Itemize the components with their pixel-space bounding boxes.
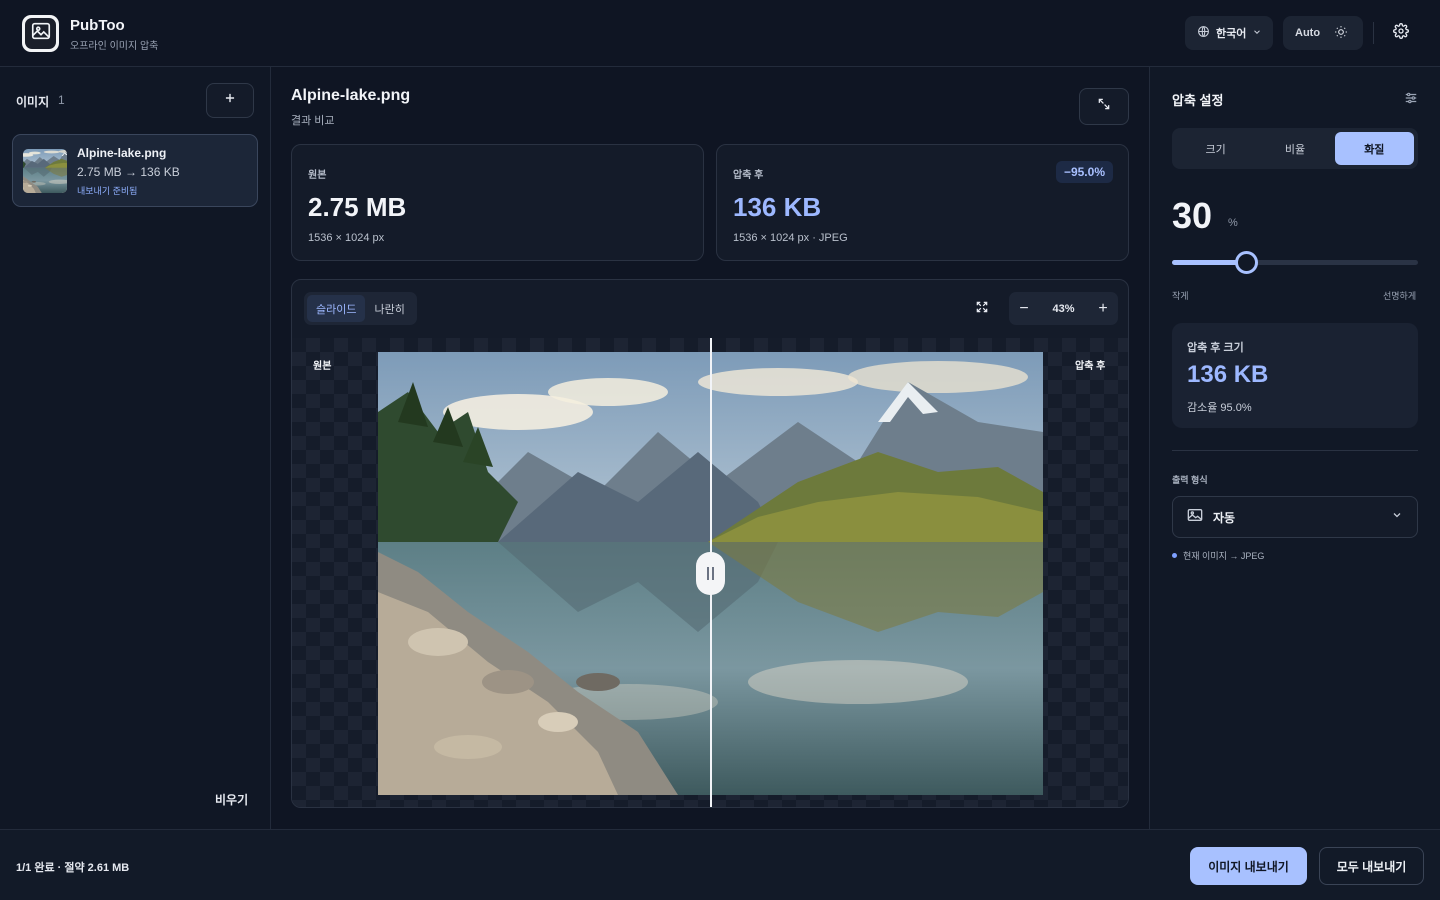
theme-toggle[interactable]: Auto bbox=[1283, 16, 1363, 50]
quality-unit: % bbox=[1228, 217, 1238, 229]
view-mode-toggle: 슬라이드 나란히 bbox=[304, 292, 417, 325]
app-title: PubToo bbox=[70, 17, 125, 34]
slider-max-label: 선명하게 bbox=[1383, 291, 1417, 301]
chevron-down-icon bbox=[1391, 508, 1403, 526]
file-size: 2.75 MB → 136 KB bbox=[77, 165, 180, 179]
format-note: 현재 이미지 → JPEG bbox=[1172, 549, 1264, 562]
plus-icon bbox=[223, 91, 237, 110]
original-label: 원본 bbox=[308, 170, 327, 181]
settings-options-button[interactable] bbox=[1404, 91, 1418, 105]
original-size: 2.75 MB bbox=[308, 192, 407, 222]
fit-screen-button[interactable] bbox=[972, 299, 992, 319]
file-status: 내보내기 준비됨 bbox=[77, 186, 138, 196]
status-dot bbox=[1172, 553, 1177, 558]
output-format-select[interactable]: 자동 bbox=[1172, 496, 1418, 538]
original-meta: 1536 × 1024 px bbox=[308, 232, 385, 244]
quality-slider-thumb[interactable] bbox=[1235, 251, 1258, 274]
comparison-main: Alpine-lake.png 결과 비교 원본 2.75 MB 1536 × … bbox=[271, 67, 1149, 829]
tab-size[interactable]: 크기 bbox=[1176, 132, 1255, 165]
fit-screen-icon bbox=[975, 300, 989, 319]
sidebar-title: 이미지 bbox=[16, 95, 50, 109]
result-reduction: 감소율 95.0% bbox=[1187, 402, 1252, 414]
page-subtitle: 결과 비교 bbox=[291, 115, 335, 127]
globe-icon bbox=[1197, 25, 1210, 41]
settings-button[interactable] bbox=[1389, 21, 1413, 45]
tab-side-by-side[interactable]: 나란히 bbox=[365, 295, 413, 322]
compressed-meta: 1536 × 1024 px · JPEG bbox=[733, 232, 848, 244]
zoom-out-button[interactable]: − bbox=[1017, 300, 1031, 318]
output-format-value: 자동 bbox=[1213, 510, 1236, 525]
panel-divider bbox=[1172, 450, 1418, 451]
compressed-label: 압축 후 bbox=[733, 170, 764, 181]
export-image-button[interactable]: 이미지 내보내기 bbox=[1190, 847, 1307, 885]
expand-button[interactable] bbox=[1079, 88, 1129, 125]
result-size-value: 136 KB bbox=[1187, 361, 1269, 388]
language-selector[interactable]: 한국어 bbox=[1185, 16, 1273, 50]
file-list-item[interactable]: Alpine-lake.png 2.75 MB → 136 KB 내보내기 준비… bbox=[12, 134, 258, 207]
settings-title: 압축 설정 bbox=[1172, 93, 1224, 108]
compare-slider-handle[interactable] bbox=[696, 552, 725, 595]
result-size-card: 압축 후 크기 136 KB 감소율 95.0% bbox=[1172, 323, 1418, 428]
result-size-label: 압축 후 크기 bbox=[1187, 342, 1244, 354]
reduction-badge: −95.0% bbox=[1055, 161, 1113, 183]
zoom-in-button[interactable]: + bbox=[1096, 300, 1110, 318]
format-note-text: 현재 이미지 → JPEG bbox=[1183, 551, 1265, 561]
image-icon bbox=[30, 20, 52, 47]
tab-quality[interactable]: 화질 bbox=[1334, 132, 1414, 165]
compression-mode-tabs: 크기 비율 화질 bbox=[1172, 128, 1418, 169]
app-logo bbox=[22, 15, 59, 52]
chevron-down-icon bbox=[1252, 27, 1262, 40]
quality-slider[interactable] bbox=[1172, 251, 1418, 274]
slider-min-label: 작게 bbox=[1172, 291, 1189, 301]
file-name: Alpine-lake.png bbox=[77, 146, 167, 160]
completion-status: 1/1 완료 · 절약 2.61 MB bbox=[16, 862, 130, 874]
output-format-label: 출력 형식 bbox=[1172, 475, 1208, 485]
comparison-viewer: 슬라이드 나란히 − 43% + 원본 압축 후 bbox=[291, 279, 1129, 808]
gear-icon bbox=[1393, 22, 1409, 44]
file-thumbnail bbox=[23, 149, 67, 193]
status-footer: 1/1 완료 · 절약 2.61 MB 이미지 내보내기 모두 내보내기 bbox=[0, 829, 1440, 900]
theme-label: Auto bbox=[1295, 27, 1321, 39]
tab-slide[interactable]: 슬라이드 bbox=[307, 295, 366, 322]
language-label: 한국어 bbox=[1216, 28, 1247, 40]
sliders-icon bbox=[1404, 92, 1418, 109]
image-sidebar: 이미지 1 Alpine-lake.png 2.75 MB → 136 KB 내… bbox=[0, 67, 271, 829]
image-count: 1 bbox=[58, 93, 65, 107]
compressed-stat-card: 압축 후 −95.0% 136 KB 1536 × 1024 px · JPEG bbox=[716, 144, 1129, 261]
sun-icon bbox=[1334, 25, 1348, 42]
zoom-level: 43% bbox=[1052, 302, 1075, 315]
compressed-image-label: 압축 후 bbox=[1075, 361, 1106, 372]
tab-ratio[interactable]: 비율 bbox=[1255, 132, 1334, 165]
image-icon bbox=[1187, 508, 1203, 527]
app-subtitle: 오프라인 이미지 압축 bbox=[70, 41, 159, 52]
export-all-button[interactable]: 모두 내보내기 bbox=[1319, 847, 1424, 885]
page-title: Alpine-lake.png bbox=[291, 87, 411, 104]
original-image-label: 원본 bbox=[313, 361, 332, 372]
quality-value: 30 bbox=[1172, 195, 1213, 236]
settings-panel: 압축 설정 크기 비율 화질 30 % 작게 선명하게 압축 후 크기 136 … bbox=[1149, 67, 1440, 829]
header-divider bbox=[1373, 22, 1374, 44]
zoom-control: − 43% + bbox=[1009, 292, 1118, 325]
app-header: PubToo 오프라인 이미지 압축 한국어 Auto bbox=[0, 0, 1440, 67]
compressed-size: 136 KB bbox=[733, 192, 822, 222]
expand-icon bbox=[1097, 97, 1111, 116]
clear-button[interactable]: 비우기 bbox=[215, 791, 248, 808]
add-image-button[interactable] bbox=[206, 83, 254, 118]
original-stat-card: 원본 2.75 MB 1536 × 1024 px bbox=[291, 144, 704, 261]
